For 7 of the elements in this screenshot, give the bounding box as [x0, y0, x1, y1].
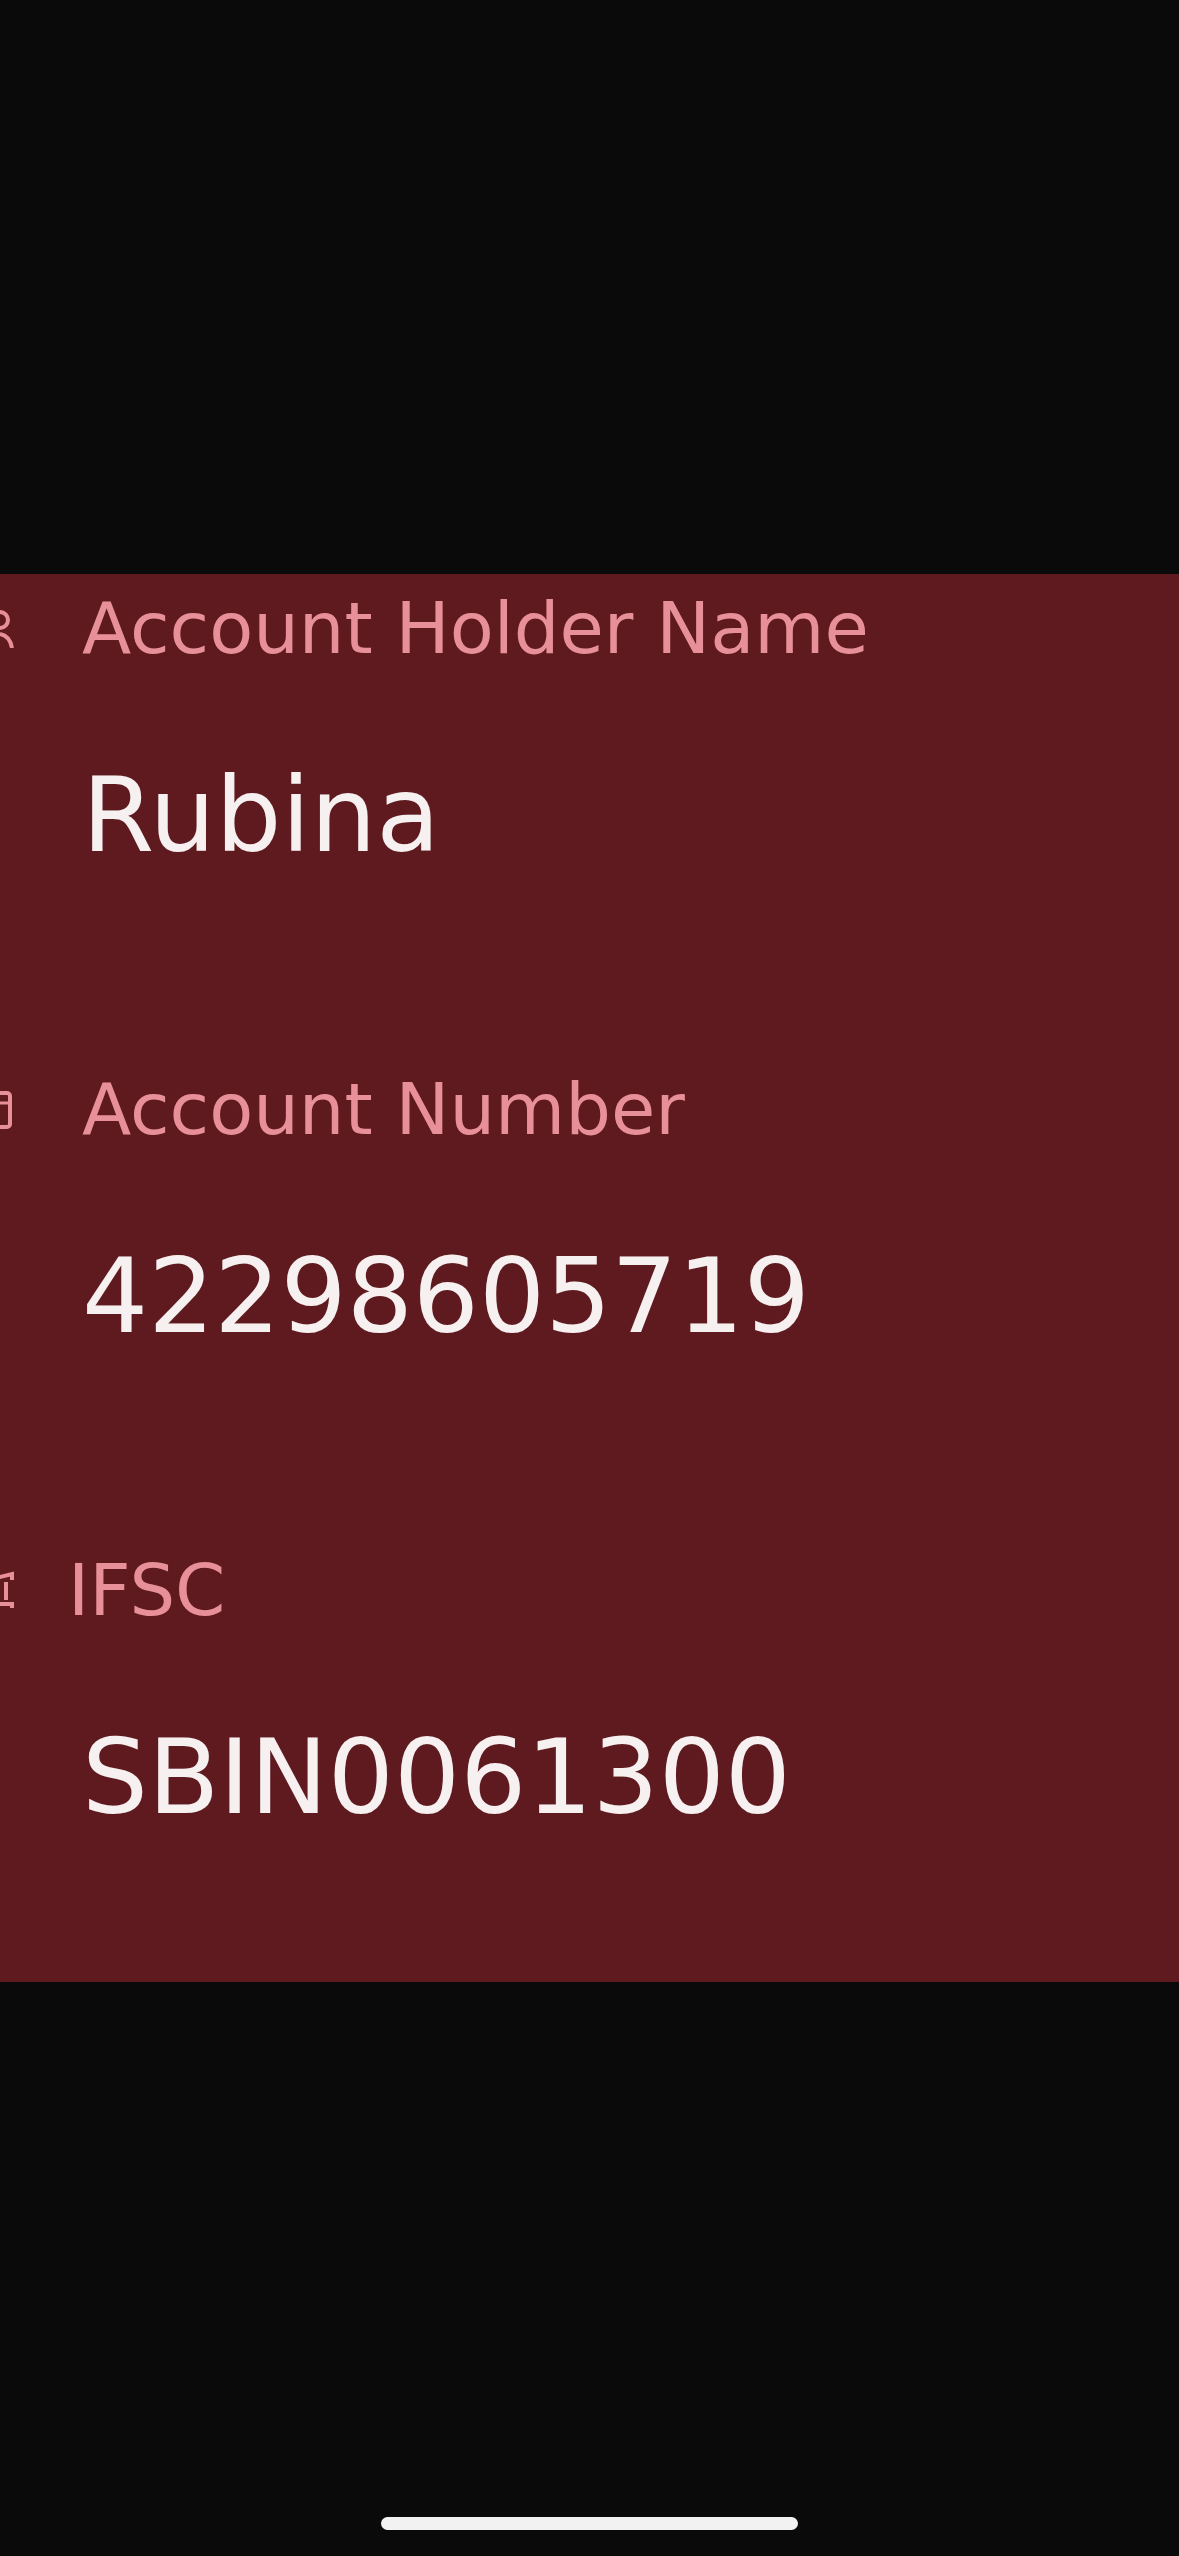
home-indicator[interactable]: [381, 2517, 798, 2530]
field-value: SBIN0061300: [82, 1715, 792, 1840]
field-label: Account Holder Name: [82, 585, 869, 672]
field-value: 42298605719: [82, 1234, 811, 1359]
field-label: IFSC: [68, 1547, 226, 1634]
field-value: Rubina: [82, 753, 442, 878]
field-label: Account Number: [82, 1066, 685, 1153]
